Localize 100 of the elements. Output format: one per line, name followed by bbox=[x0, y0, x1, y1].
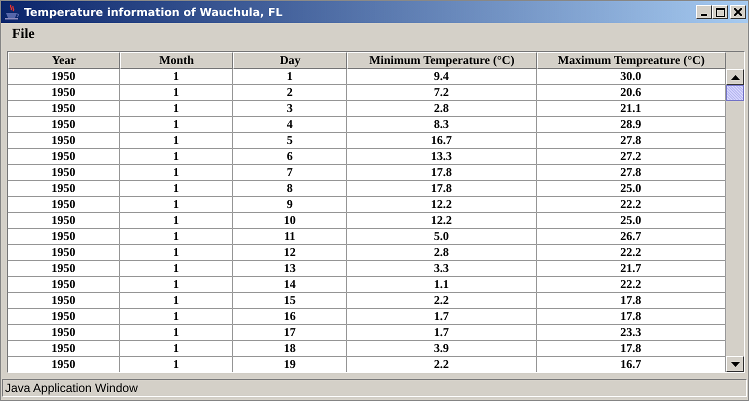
menu-item[interactable]: File bbox=[5, 27, 42, 43]
table-cell: 1 bbox=[120, 325, 234, 341]
table-cell: 15 bbox=[233, 293, 348, 309]
table-cell: 2.8 bbox=[347, 245, 537, 261]
table-cell: 1950 bbox=[8, 229, 120, 245]
table-cell: 1.7 bbox=[347, 325, 537, 341]
up-arrow-icon bbox=[730, 74, 740, 80]
maximize-icon bbox=[716, 8, 724, 16]
table-cell: 1 bbox=[120, 229, 234, 245]
table-cell: 28.9 bbox=[536, 117, 726, 133]
table-cell: 19 bbox=[233, 357, 348, 372]
table-cell: 9 bbox=[233, 197, 348, 213]
table-cell: 27.8 bbox=[536, 165, 726, 181]
table-cell: 17.8 bbox=[347, 165, 537, 181]
table-cell: 21.7 bbox=[536, 261, 726, 277]
column-header[interactable]: Minimum Temperature (°C) bbox=[347, 52, 537, 69]
table-cell: 16.7 bbox=[536, 357, 726, 372]
table-cell: 1 bbox=[120, 181, 234, 197]
table-cell: 17.8 bbox=[536, 309, 726, 325]
table-cell: 1 bbox=[120, 117, 234, 133]
table-cell: 1950 bbox=[8, 309, 120, 325]
table-cell: 1950 bbox=[8, 181, 120, 197]
table-cell: 4 bbox=[233, 117, 348, 133]
table-cell: 8 bbox=[233, 181, 348, 197]
status-bar: Java Application Window bbox=[2, 379, 747, 397]
table-cell: 2 bbox=[233, 85, 348, 101]
table-cell: 1 bbox=[120, 133, 234, 149]
table-cell: 18 bbox=[233, 341, 348, 357]
table-cell: 26.7 bbox=[536, 229, 726, 245]
table-cell: 1.7 bbox=[347, 309, 537, 325]
table-cell: 1 bbox=[120, 85, 234, 101]
table-cell: 25.0 bbox=[536, 181, 726, 197]
table-cell: 30.0 bbox=[536, 69, 726, 85]
table-cell: 17.8 bbox=[536, 341, 726, 357]
table-cell: 1950 bbox=[8, 117, 120, 133]
table-cell: 1950 bbox=[8, 261, 120, 277]
table-cell: 20.6 bbox=[536, 85, 726, 101]
table-cell: 1.1 bbox=[347, 277, 537, 293]
table-cell: 1950 bbox=[8, 133, 120, 149]
minimize-button[interactable] bbox=[696, 5, 712, 19]
table-cell: 1 bbox=[120, 213, 234, 229]
table-cell: 22.2 bbox=[536, 197, 726, 213]
table-cell: 16.7 bbox=[347, 133, 537, 149]
table-cell: 11 bbox=[233, 229, 348, 245]
table-cell: 3 bbox=[233, 101, 348, 117]
table-cell: 6 bbox=[233, 149, 348, 165]
table-cell: 1950 bbox=[8, 101, 120, 117]
table-cell: 5.0 bbox=[347, 229, 537, 245]
table-cell: 1 bbox=[120, 101, 234, 117]
scroll-thumb[interactable] bbox=[726, 85, 744, 101]
table-cell: 1950 bbox=[8, 341, 120, 357]
table-cell: 1950 bbox=[8, 213, 120, 229]
table-cell: 2.2 bbox=[347, 293, 537, 309]
table-cell: 1950 bbox=[8, 357, 120, 372]
table-cell: 1950 bbox=[8, 245, 120, 261]
table-cell: 9.4 bbox=[347, 69, 537, 85]
table-cell: 1950 bbox=[8, 293, 120, 309]
table-cell: 3.3 bbox=[347, 261, 537, 277]
table-cell: 1 bbox=[120, 357, 234, 372]
table-cell: 1 bbox=[120, 245, 234, 261]
table-cell: 1950 bbox=[8, 325, 120, 341]
table-cell: 1950 bbox=[8, 149, 120, 165]
table-cell: 27.8 bbox=[536, 133, 726, 149]
table-cell: 1950 bbox=[8, 197, 120, 213]
table-cell: 5 bbox=[233, 133, 348, 149]
table-cell: 16 bbox=[233, 309, 348, 325]
table-cell: 1950 bbox=[8, 165, 120, 181]
scroll-up-button[interactable] bbox=[726, 69, 744, 85]
column-header[interactable]: Maximum Tempreature (°C) bbox=[536, 52, 726, 69]
table-cell: 2.8 bbox=[347, 101, 537, 117]
column-header[interactable]: Day bbox=[233, 52, 348, 69]
close-button[interactable] bbox=[730, 5, 746, 19]
maximize-button[interactable] bbox=[712, 5, 728, 19]
close-icon bbox=[734, 8, 742, 16]
table-cell: 14 bbox=[233, 277, 348, 293]
table-cell: 1950 bbox=[8, 277, 120, 293]
table-cell: 1 bbox=[233, 69, 348, 85]
table-cell: 8.3 bbox=[347, 117, 537, 133]
table-cell: 1 bbox=[120, 341, 234, 357]
column-header[interactable]: Year bbox=[8, 52, 120, 69]
table-cell: 1 bbox=[120, 261, 234, 277]
table-cell: 1 bbox=[120, 197, 234, 213]
table-cell: 12.2 bbox=[347, 197, 537, 213]
table-cell: 13 bbox=[233, 261, 348, 277]
scroll-down-button[interactable] bbox=[726, 356, 744, 372]
coffee-cup-icon bbox=[4, 4, 20, 20]
table-cell: 1950 bbox=[8, 69, 120, 85]
table-cell: 10 bbox=[233, 213, 348, 229]
table-cell: 27.2 bbox=[536, 149, 726, 165]
table-cell: 13.3 bbox=[347, 149, 537, 165]
table-cell: 17.8 bbox=[347, 181, 537, 197]
table-cell: 1 bbox=[120, 293, 234, 309]
table-cell: 17.8 bbox=[536, 293, 726, 309]
table-cell: 7.2 bbox=[347, 85, 537, 101]
table-cell: 22.2 bbox=[536, 277, 726, 293]
column-header[interactable]: Month bbox=[120, 52, 234, 69]
table-cell: 2.2 bbox=[347, 357, 537, 372]
scrollbar[interactable] bbox=[726, 69, 744, 372]
table-cell: 1 bbox=[120, 69, 234, 85]
table-cell: 12.2 bbox=[347, 213, 537, 229]
